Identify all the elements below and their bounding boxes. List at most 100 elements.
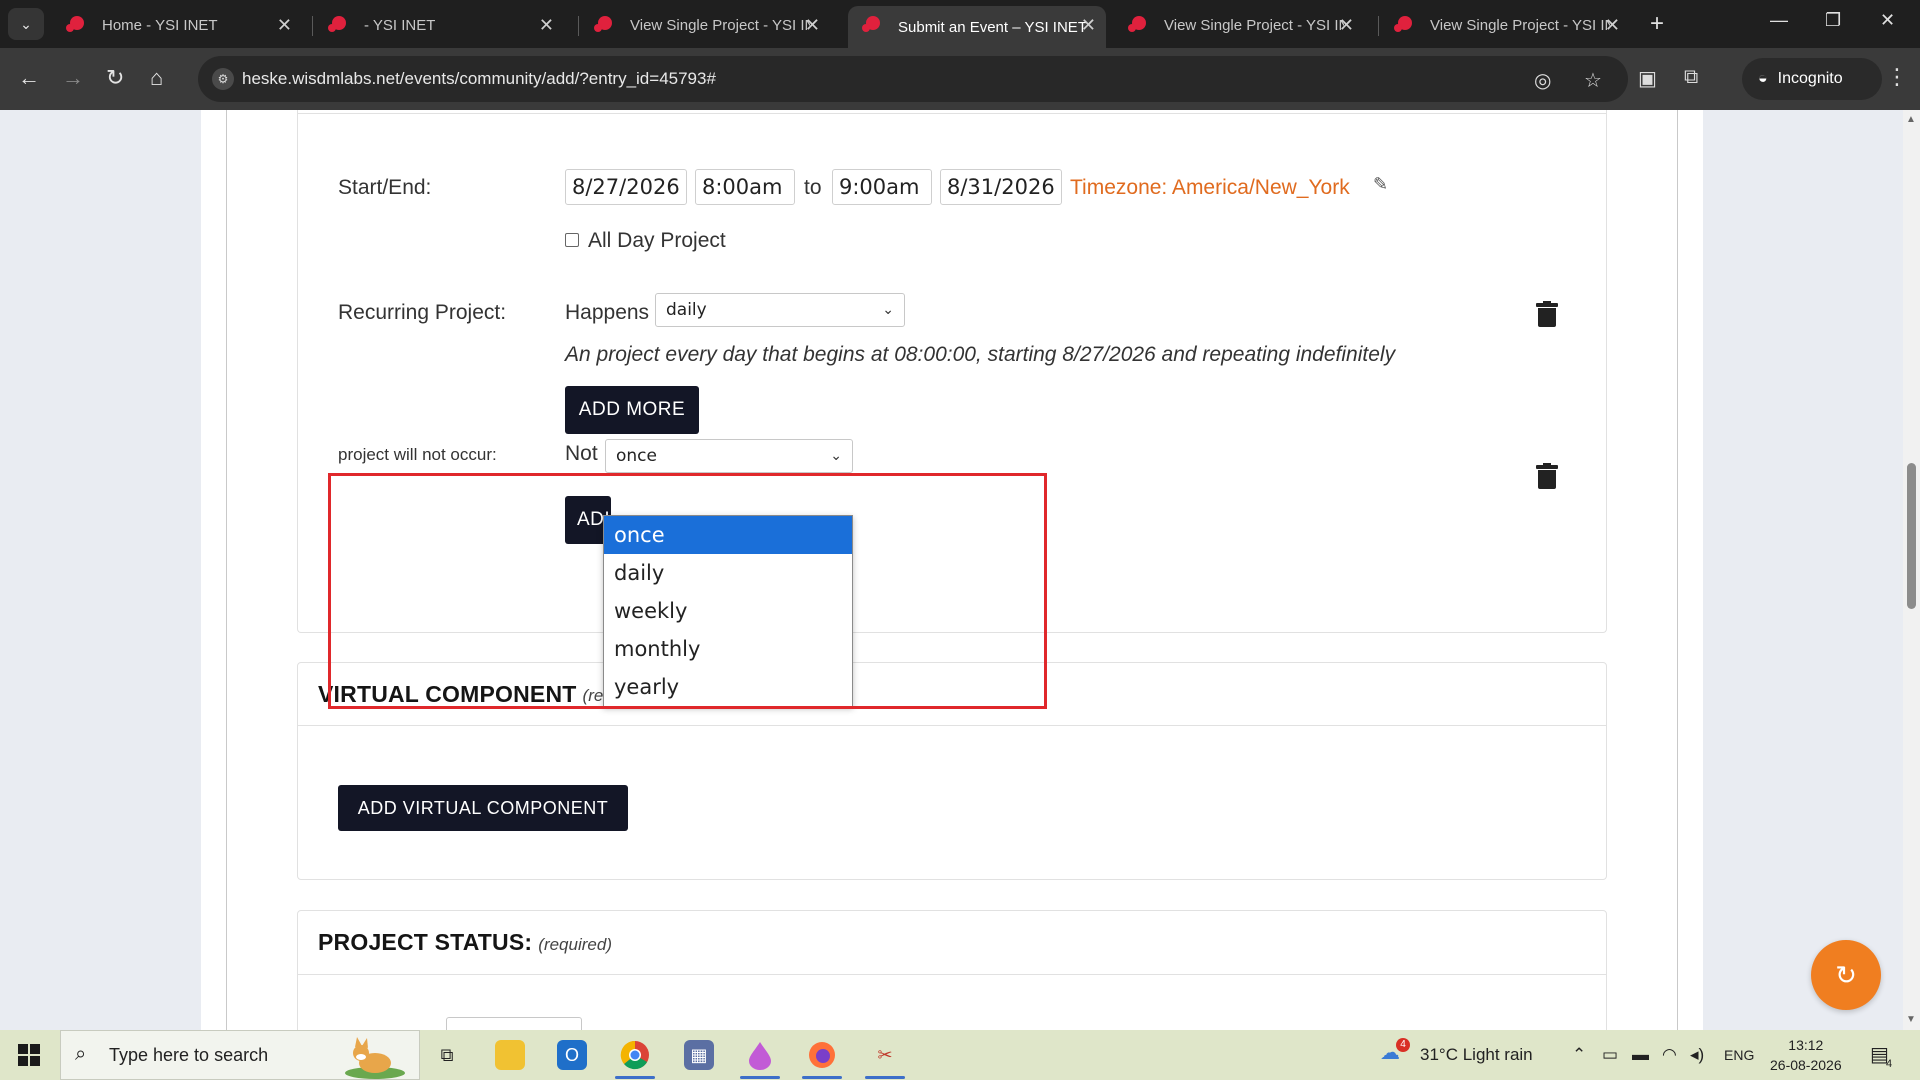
snipping-tool-icon[interactable]: ✂ [870,1040,900,1070]
page-scrollbar[interactable]: ▲ ▼ [1903,110,1920,1030]
ysi-favicon-icon [1128,16,1148,34]
highlight-box [328,473,1047,709]
tab-search-button[interactable]: ⌄ [8,8,44,40]
search-placeholder: Type here to search [109,1045,269,1065]
extensions-icon[interactable]: ⧉ [1684,66,1698,89]
tab-ysi-inet[interactable]: - YSI INET ✕ [314,6,564,44]
address-bar[interactable]: ⚙ heske.wisdmlabs.net/events/community/a… [198,56,1628,102]
ysi-favicon-icon [328,16,348,34]
add-virtual-component-button[interactable]: ADD VIRTUAL COMPONENT [338,785,628,831]
chat-refresh-fab[interactable]: ↻ [1811,940,1881,1010]
close-icon[interactable]: ✕ [1339,15,1354,36]
tab-view-single-project-3[interactable]: View Single Project - YSI IN ✕ [1380,6,1630,44]
tab-bar: ⌄ Home - YSI INET ✕ - YSI INET ✕ View Si… [0,0,1920,48]
pencil-edit-icon[interactable]: ✎ [1373,174,1388,195]
end-time-input[interactable]: 9:00am [832,169,932,205]
new-tab-plus-icon[interactable]: + [1650,10,1664,38]
tab-title: - YSI INET [364,16,436,34]
corgi-illustration-icon [345,1037,405,1079]
eye-off-icon[interactable]: ◎ [1534,68,1551,93]
calculator-icon[interactable]: ▦ [684,1040,714,1070]
ysi-favicon-icon [594,16,614,34]
active-app-indicator [802,1076,842,1079]
volume-icon[interactable]: ◂) [1690,1045,1704,1065]
incognito-icon: ◒ [1758,70,1768,87]
close-icon[interactable]: ✕ [805,15,820,36]
add-more-button[interactable]: ADD MORE [565,386,699,434]
forward-arrow-icon[interactable]: → [62,64,84,92]
project-status-heading: PROJECT STATUS: [318,929,533,955]
not-occur-select[interactable]: once ⌄ [605,439,853,473]
tab-title: Home - YSI INET [102,16,218,34]
scroll-thumb[interactable] [1907,463,1916,609]
close-icon[interactable]: ✕ [277,15,292,36]
close-icon[interactable]: ✕ [1081,15,1096,36]
file-explorer-icon[interactable] [495,1040,525,1070]
restore-icon[interactable]: ❐ [1825,10,1841,31]
scroll-up-icon[interactable]: ▲ [1906,114,1916,125]
site-info-icon[interactable]: ⚙ [212,68,234,90]
happens-select[interactable]: daily ⌄ [655,293,905,327]
tab-divider [1378,16,1379,36]
more-menu-icon[interactable]: ⋮ [1886,64,1908,90]
language-indicator[interactable]: ENG [1724,1047,1754,1063]
chrome-icon[interactable] [620,1040,650,1070]
trash-icon[interactable] [1536,301,1558,327]
home-icon[interactable]: ⌂ [150,64,163,92]
required-note: (required) [538,934,612,954]
start-time-input[interactable]: 8:00am [695,169,795,205]
start-end-label: Start/End: [338,176,432,199]
tray-chevron-icon[interactable]: ⌃ [1572,1045,1586,1065]
all-day-checkbox[interactable] [565,233,579,247]
exclusion-label: project will not occur: [338,445,497,464]
url-text[interactable]: heske.wisdmlabs.net/events/community/add… [242,69,716,89]
not-occur-select-value: once [616,446,657,466]
screen-capture-icon[interactable]: ▣ [1638,66,1657,91]
notification-count: 4 [1886,1058,1893,1070]
close-icon[interactable]: ✕ [1605,15,1620,36]
back-arrow-icon[interactable]: ← [18,64,40,92]
weather-text[interactable]: 31°C Light rain [1420,1045,1533,1065]
tab-submit-event[interactable]: Submit an Event – YSI INET ✕ [848,6,1106,48]
battery-icon[interactable]: ▬ [1632,1045,1649,1065]
timezone-link[interactable]: Timezone: America/New_York [1070,176,1350,200]
all-day-label: All Day Project [588,229,726,252]
water-drop-icon [749,1042,771,1070]
project-status-card: PROJECT STATUS: (required) [297,910,1607,1030]
minimize-icon[interactable]: — [1770,10,1788,31]
happens-select-value: daily [666,300,707,320]
ysi-favicon-icon [1394,16,1414,34]
taskbar: ⌕ Type here to search ⧉ O ▦ ✂ ☁ 4 31°C L… [0,1030,1920,1080]
reload-icon[interactable]: ↻ [106,64,124,92]
end-date-input[interactable]: 8/31/2026 [940,169,1062,205]
clock-date: 26-08-2026 [1770,1057,1842,1073]
active-app-indicator [615,1076,655,1079]
tab-view-single-project-2[interactable]: View Single Project - YSI IN ✕ [1114,6,1364,44]
recurring-project-label: Recurring Project: [338,301,507,324]
wifi-icon[interactable]: ◠ [1662,1045,1677,1065]
active-app-indicator [740,1076,780,1079]
recurrence-description: An project every day that begins at 08:0… [565,343,1396,366]
taskbar-search[interactable]: ⌕ Type here to search [60,1030,420,1080]
tab-view-single-project-1[interactable]: View Single Project - YSI IN ✕ [580,6,830,44]
chevron-down-icon: ⌄ [830,448,842,464]
close-icon[interactable]: ✕ [539,15,554,36]
weather-badge: 4 [1396,1038,1410,1052]
trash-icon[interactable] [1536,463,1558,489]
chevron-down-icon: ⌄ [882,302,894,318]
window-close-icon[interactable]: ✕ [1880,10,1895,31]
task-view-icon[interactable]: ⧉ [432,1040,462,1070]
card-header-edge [298,110,1606,114]
windows-start-icon[interactable] [18,1044,40,1066]
meet-now-icon[interactable]: ▭ [1602,1045,1618,1065]
scroll-down-icon[interactable]: ▼ [1906,1014,1916,1025]
system-clock[interactable]: 13:12 26-08-2026 [1770,1035,1842,1075]
incognito-badge[interactable]: ◒ Incognito [1742,58,1882,100]
status-select-partial[interactable] [446,1017,582,1030]
bookmark-star-icon[interactable]: ☆ [1584,68,1602,93]
tab-home[interactable]: Home - YSI INET ✕ [52,6,302,44]
drop-app-icon[interactable] [745,1040,775,1070]
outlook-icon[interactable]: O [557,1040,587,1070]
firefox-icon[interactable] [807,1040,837,1070]
start-date-input[interactable]: 8/27/2026 [565,169,687,205]
